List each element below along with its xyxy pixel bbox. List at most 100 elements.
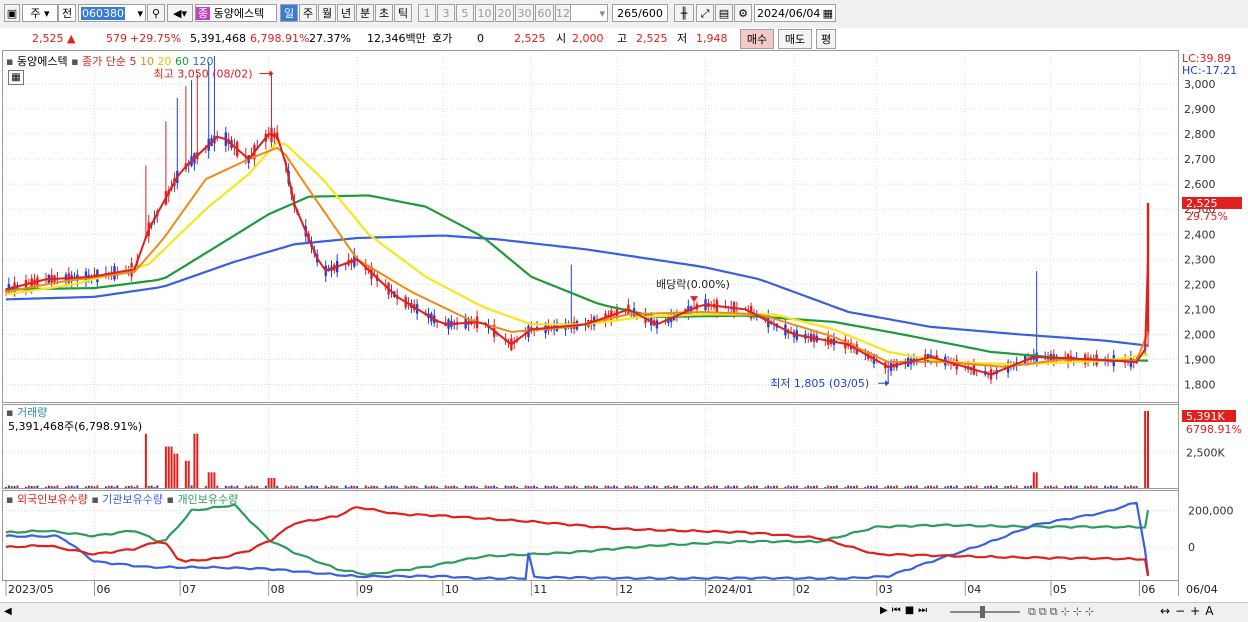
chevron-down-icon[interactable]: ▾ [599,5,607,21]
volume-bar [693,485,696,488]
date-field[interactable]: 2024/06/04 ▦ [754,4,836,22]
legend-ma20[interactable]: 20 [158,55,172,68]
table-icon[interactable]: ▦ [8,70,24,85]
volume-bar [396,486,399,488]
volume-bar [1095,485,1098,488]
volume-bar [84,486,87,488]
stop-icon[interactable]: ■ [905,605,918,616]
volume-bar [1109,485,1112,488]
legend-ma120[interactable]: 120 [193,55,214,68]
bottom-scrollbar[interactable]: ◀ ▶⏮■⏭ ⧉⧉⧉⊹⊹⊹ ↔−+A [0,602,1248,622]
volume-bar [153,486,156,488]
zoom-out-icon[interactable]: − [1175,604,1190,618]
volume-bar [995,485,998,488]
interval-button-20[interactable]: 20 [495,4,514,22]
crosshair-icon[interactable]: ⊹ [1061,605,1073,618]
period-tab-4[interactable]: 분 [356,4,374,22]
volume-bar [715,485,718,488]
x-tick-label: 06 [97,583,111,596]
chart-area[interactable]: 3,0002,9002,8002,7002,6002,5002,4002,300… [0,50,1248,621]
crosshair-icon[interactable]: ⊹ [1073,605,1085,618]
period-tab-0[interactable]: 일 [280,4,298,22]
volume-bar [567,485,570,488]
volume-bar [1129,485,1132,488]
zoom-slider[interactable] [950,611,1020,613]
volume-bar [484,485,487,488]
zoom-reset-icon[interactable]: A [1205,604,1218,618]
interval-button-30[interactable]: 30 [515,4,534,22]
gear-icon[interactable]: ⚙ [734,4,752,22]
buy-button[interactable]: 매수 [740,29,774,49]
chart-background [0,50,1248,621]
speaker-icon[interactable]: ◀▾ [167,4,193,22]
change-pct: +29.75% [130,32,182,45]
save-icon[interactable]: ▤ [715,4,733,22]
period-tab-2[interactable]: 월 [318,4,336,22]
layout-icon[interactable]: ⧉ [1039,605,1050,618]
legend-institution[interactable]: 기관보유수량 [102,493,163,506]
prev-tab[interactable]: 전 [58,4,76,22]
volume-bar [1127,486,1130,488]
volume-bar [690,486,693,488]
stock-code-input[interactable]: 060380 ▾ [78,4,146,22]
legend-ma60[interactable]: 60 [175,55,189,68]
volume-bar [650,486,653,488]
interval-button-60[interactable]: 60 [535,4,554,22]
period-tab-6[interactable]: 틱 [394,4,412,22]
calendar-icon[interactable]: ▦ [823,5,835,21]
layout-icon[interactable]: ⧉ [1050,605,1061,618]
legend-series[interactable]: 종가 단순 [82,55,126,68]
stock-name-box[interactable]: 종 동양에스텍 [195,4,277,22]
legend-individual[interactable]: 개인보유수량 [177,493,238,506]
zoom-plus-icon[interactable]: + [1190,604,1205,618]
forward-icon[interactable]: ⏭ [918,605,931,616]
x-tick-label: 03 [879,583,893,596]
legend-stock-name[interactable]: 동양에스텍 [17,55,68,68]
layout-icon[interactable]: ⧉ [1028,605,1039,618]
sell-button[interactable]: 매도 [778,29,812,49]
volume-bar [675,486,678,488]
legend-ma5[interactable]: 5 [130,55,137,68]
avg-button[interactable]: 평 [816,29,836,49]
play-icon[interactable]: ▶ [880,605,892,616]
volume-bar [447,486,450,488]
open-value: 2,000 [572,32,604,45]
volume-bar [747,485,750,488]
legend-ma10[interactable]: 10 [140,55,154,68]
volume-bar [50,485,53,488]
volume-bar [1032,472,1035,488]
volume-bar [892,486,895,488]
price-tick: 2,700 [1184,153,1216,166]
interval-custom-select[interactable]: ▾ [570,4,608,22]
interval-button-5[interactable]: 5 [456,4,474,22]
zoom-slider-handle[interactable] [980,606,985,618]
legend-foreign[interactable]: 외국인보유수량 [17,493,88,506]
volume-bar [364,485,367,488]
volume-bar [144,433,147,488]
volume-bar [1092,486,1095,488]
interval-button-1[interactable]: 1 [418,4,436,22]
zoom-tools[interactable]: ↔−+A [1160,604,1218,618]
window-icon[interactable]: ▣ [4,4,20,22]
zoom-in-icon[interactable]: ↔ [1160,604,1175,618]
candle-icon[interactable]: ╫ [674,4,694,22]
count-field[interactable]: 265/600 [612,4,668,22]
interval-button-10[interactable]: 10 [475,4,494,22]
volume-bar [1029,485,1032,488]
volume-bar [147,485,150,488]
chevron-down-icon[interactable]: ▾ [137,5,145,21]
volume-bar [76,485,79,488]
layout-tools[interactable]: ⧉⧉⧉⊹⊹⊹ [1028,605,1097,619]
period-tab-3[interactable]: 년 [337,4,355,22]
scroll-left-icon[interactable]: ◀ [4,606,12,617]
period-tab-1[interactable]: 주 [299,4,317,22]
search-icon[interactable]: ⚲ [147,4,165,22]
crosshair-icon[interactable]: ⊹ [1085,605,1097,618]
rewind-icon[interactable]: ⏮ [892,605,905,616]
period-tab-5[interactable]: 초 [375,4,393,22]
market-select[interactable]: 주 ▾ [22,4,58,22]
draw-icon[interactable]: ⤢ [696,4,714,22]
playback-controls[interactable]: ▶⏮■⏭ [880,605,931,616]
volume-bar [744,486,747,488]
interval-button-3[interactable]: 3 [437,4,455,22]
